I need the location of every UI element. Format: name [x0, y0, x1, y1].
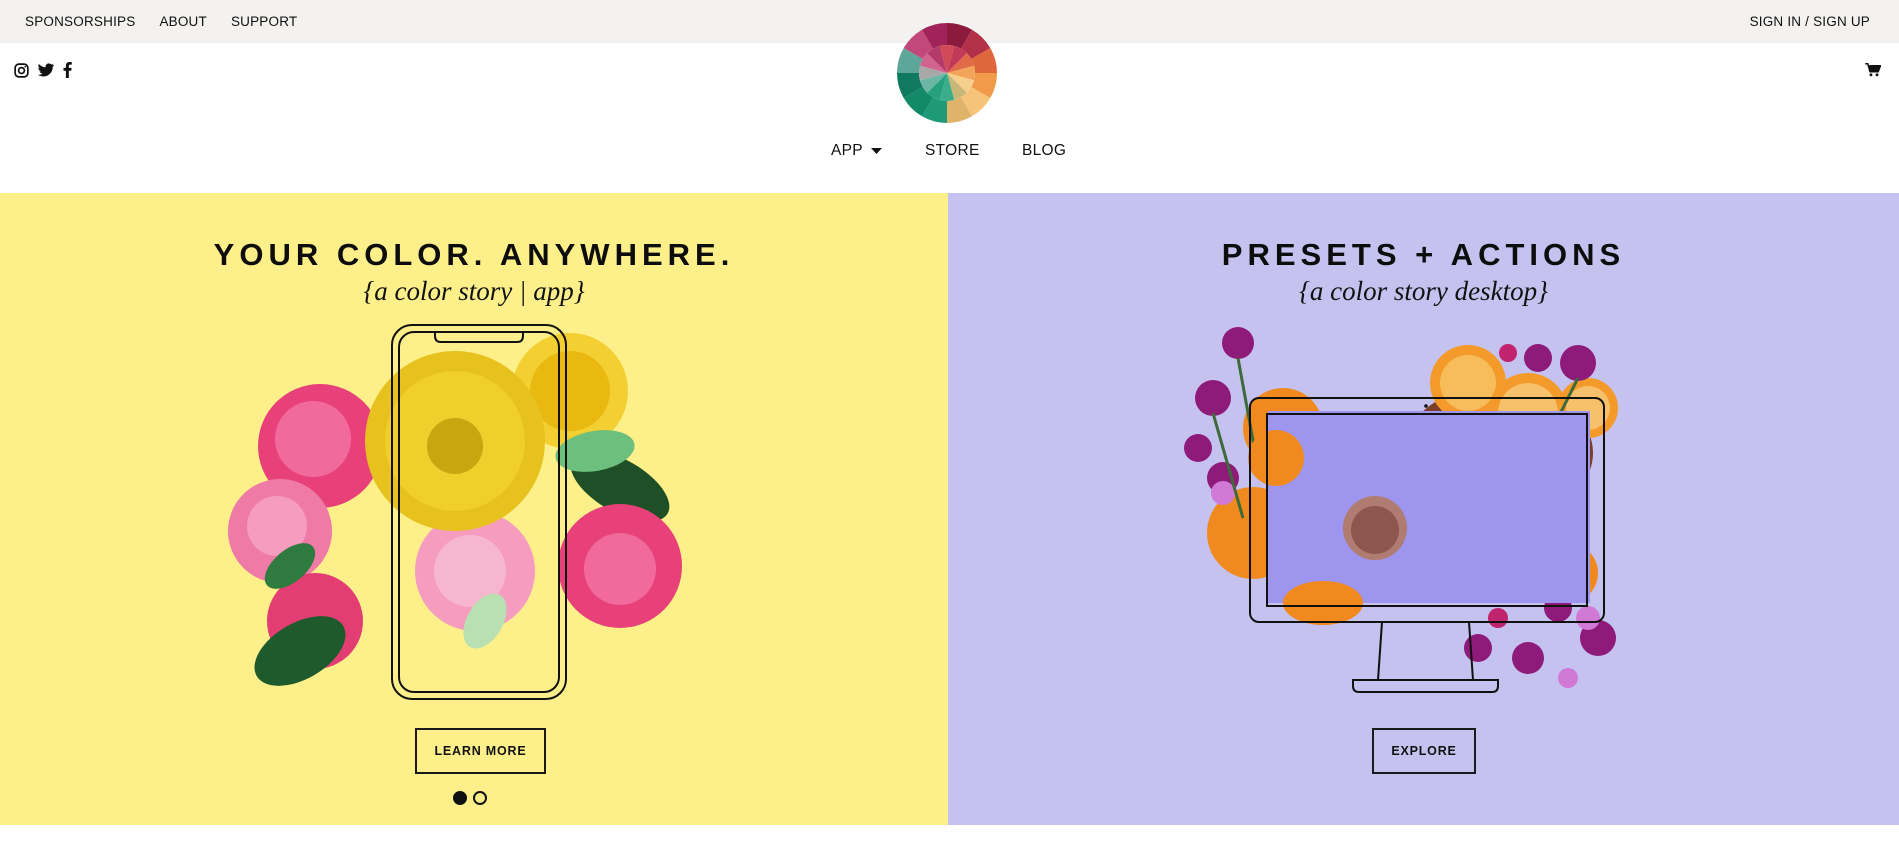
utility-links: SPONSORSHIPS ABOUT SUPPORT	[25, 0, 297, 43]
carousel-dot-1[interactable]	[453, 791, 467, 805]
facebook-icon[interactable]	[63, 62, 72, 78]
hero-app-title: YOUR COLOR. ANYWHERE.	[213, 237, 735, 272]
nav-blog[interactable]: BLOG	[1022, 142, 1066, 160]
caret-down-icon	[870, 142, 882, 160]
twitter-icon[interactable]	[38, 63, 54, 77]
hero-app-panel: YOUR COLOR. ANYWHERE. {a color story | a…	[0, 193, 948, 825]
nav-store-label: STORE	[925, 142, 980, 159]
flowers-phone-illustration	[228, 324, 682, 700]
cart-icon[interactable]	[1865, 63, 1882, 82]
instagram-icon[interactable]	[14, 62, 29, 78]
hero-desktop-subtitle: {a color story desktop}	[1299, 276, 1548, 306]
hero-app-subtitle: {a color story | app}	[363, 276, 585, 306]
sponsorships-link[interactable]: SPONSORSHIPS	[25, 14, 135, 29]
learn-more-button[interactable]: LEARN MORE	[415, 728, 546, 774]
support-link[interactable]: SUPPORT	[231, 14, 297, 29]
nav-store[interactable]: STORE	[925, 142, 980, 160]
carousel-dots	[453, 791, 487, 805]
hero-desktop-panel: PRESETS + ACTIONS {a color story desktop…	[948, 193, 1899, 825]
social-links	[14, 62, 72, 78]
hero-desktop-title: PRESETS + ACTIONS	[1221, 237, 1626, 272]
nav-app[interactable]: APP	[831, 142, 882, 160]
main-navigation: APP STORE BLOG	[0, 142, 1899, 166]
explore-button[interactable]: EXPLORE	[1372, 728, 1476, 774]
carousel-dot-2[interactable]	[473, 791, 487, 805]
nav-app-label: APP	[831, 142, 863, 159]
flowers-monitor-illustration	[1184, 327, 1618, 693]
color-wheel-logo[interactable]	[896, 22, 998, 124]
sign-in-link[interactable]: SIGN IN / SIGN UP	[1750, 14, 1870, 29]
nav-blog-label: BLOG	[1022, 142, 1067, 159]
about-link[interactable]: ABOUT	[159, 14, 207, 29]
